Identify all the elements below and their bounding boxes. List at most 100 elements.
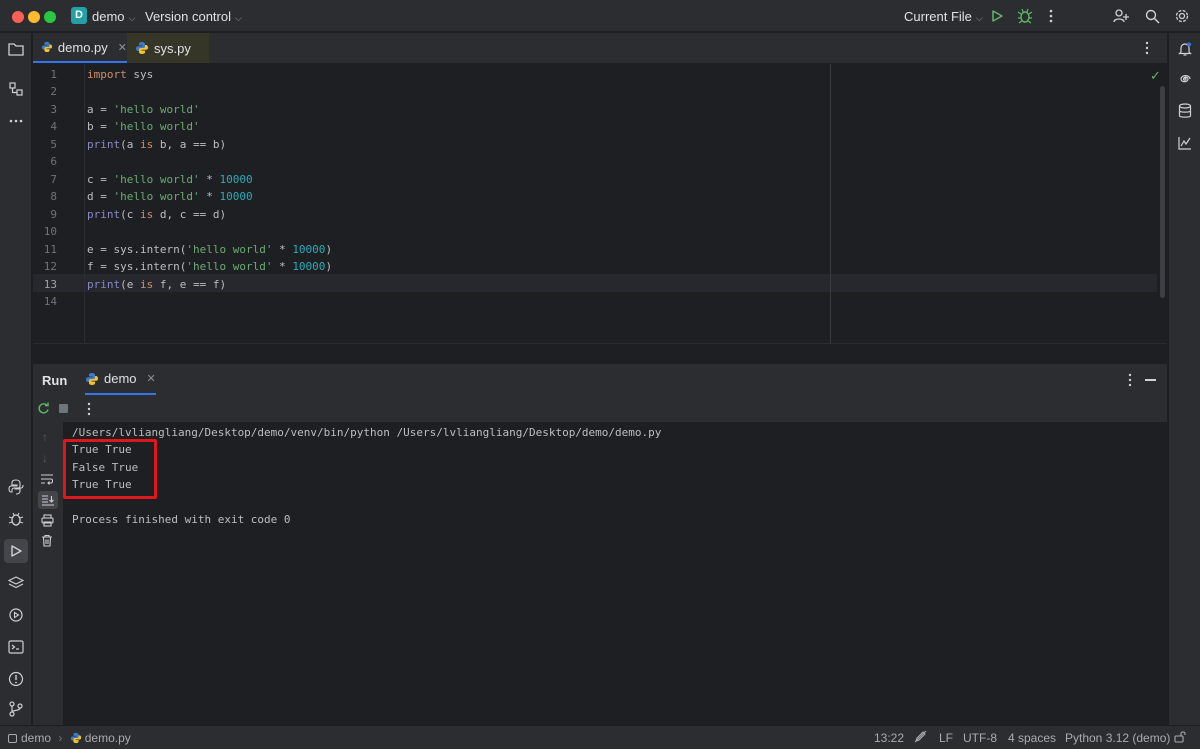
code-editor[interactable]: 1 2 3 4 5 6 7 8 9 10 11 12 13 14 import … [33,64,1167,363]
zoom-window-button[interactable] [44,11,56,23]
more-vertical-icon [87,402,91,416]
readonly-toggle[interactable] [914,730,927,746]
line-separator[interactable]: LF [939,731,953,745]
run-options-button[interactable] [1128,373,1132,390]
search-icon [1145,9,1160,24]
problems-button[interactable] [4,667,28,691]
line-number: 2 [50,85,57,98]
run-config-selector[interactable]: Current File ⌵ [904,9,983,24]
python-console-button[interactable] [4,475,28,499]
soft-wrap-icon [41,474,54,485]
code-line: f = sys.intern('hello world' * 10000) [87,260,333,273]
code-with-me-button[interactable] [1112,7,1130,25]
arrow-up-icon[interactable]: ↑ [42,430,48,444]
code-line: print(a is b, a == b) [87,138,227,151]
run-tab-demo[interactable]: demo ✕ [85,364,156,395]
run-more-button[interactable] [87,402,91,419]
file-encoding[interactable]: UTF-8 [963,731,997,745]
ai-assistant-button[interactable] [1173,67,1197,91]
structure-tool-button[interactable] [4,77,28,101]
project-selector[interactable]: demo ⌵ [92,9,135,24]
close-icon[interactable]: ✕ [147,372,156,385]
settings-button[interactable] [1173,7,1191,25]
code-line: e = sys.intern('hello world' * 10000) [87,243,333,256]
code-line: b = 'hello world' [87,120,200,133]
run-tool-header: Run demo ✕ [33,363,1167,395]
database-button[interactable] [1173,99,1197,123]
warning-circle-icon [8,671,24,687]
git-button[interactable] [4,697,28,721]
line-number: 1 [50,68,57,81]
breadcrumb[interactable]: demo › demo.py [8,731,131,745]
bell-icon [1178,42,1192,56]
indent-setting[interactable]: 4 spaces [1008,731,1056,745]
more-actions-button[interactable] [1042,7,1060,25]
breadcrumb-file: demo.py [84,731,131,745]
more-horizontal-icon [9,119,23,123]
python-file-icon [70,732,81,744]
minimize-icon[interactable] [1145,379,1156,381]
git-branch-icon [9,701,23,717]
code-line: import sys [87,68,154,81]
minimize-window-button[interactable] [28,11,40,23]
arrow-down-icon[interactable]: ↓ [42,451,48,465]
console-line-exit: Process finished with exit code 0 [72,513,291,526]
printer-icon [41,514,54,527]
project-badge[interactable]: D [71,7,87,24]
unlock-icon [1174,731,1186,743]
play-icon [11,545,22,557]
vcs-label: Version control [145,9,231,24]
run-button[interactable] [988,7,1006,25]
vcs-selector[interactable]: Version control ⌵ [145,9,242,24]
tab-options-button[interactable] [1145,41,1149,58]
print-button[interactable] [41,514,54,530]
scroll-to-end-button[interactable] [38,491,58,509]
folder-icon [8,43,24,56]
line-number: 11 [43,243,57,256]
breadcrumb-project: demo [21,731,52,745]
terminal-button[interactable] [4,635,28,659]
stop-icon[interactable] [59,404,68,413]
module-icon [8,734,17,743]
more-tools-button[interactable] [4,109,28,133]
code-line: c = 'hello world' * 10000 [87,173,253,186]
right-margin-guide [830,64,831,343]
rerun-button[interactable] [37,402,50,418]
debug-button[interactable] [1016,7,1034,25]
run-tool-button[interactable] [4,539,28,563]
services-icon [9,608,23,622]
soft-wrap-button[interactable] [40,473,54,488]
lock-button[interactable] [1174,730,1186,746]
sciview-button[interactable] [1173,131,1197,155]
run-console-output[interactable]: /Users/lvliangliang/Desktop/demo/venv/bi… [63,422,1167,725]
python-packages-button[interactable] [4,571,28,595]
python-interpreter[interactable]: Python 3.12 (demo) [1065,731,1170,745]
search-everywhere-button[interactable] [1143,7,1161,25]
rerun-icon [38,402,49,414]
notifications-button[interactable] [1173,37,1197,61]
line-gutter[interactable]: 1 2 3 4 5 6 7 8 9 10 11 12 13 14 [33,64,85,343]
editor-scrollbar[interactable] [1160,86,1165,298]
tab-label: demo.py [57,39,108,55]
chevron-down-icon: ⌵ [235,13,242,23]
editor-bottom-strip [33,343,1167,363]
chevron-down-icon: ⌵ [975,13,983,23]
tab-sys-py[interactable]: sys.py [127,33,209,63]
clear-all-button[interactable] [41,534,53,550]
python-icon [8,479,24,495]
tab-demo-py[interactable]: demo.py ✕ [33,33,127,63]
close-window-button[interactable] [12,11,24,23]
line-number-current: 13 [43,278,57,291]
close-icon[interactable]: ✕ [118,41,127,54]
code-line: a = 'hello world' [87,103,200,116]
inspection-ok-icon[interactable]: ✓ [1150,68,1161,84]
debug-tool-button[interactable] [4,507,28,531]
project-tool-button[interactable] [4,37,28,61]
services-button[interactable] [4,603,28,627]
caret-position[interactable]: 13:22 [874,731,904,745]
line-number: 9 [50,208,57,221]
code-line: print(c is d, c == d) [87,208,227,221]
code-line: d = 'hello world' * 10000 [87,190,253,203]
line-number: 6 [50,155,57,168]
more-vertical-icon [1049,9,1053,23]
